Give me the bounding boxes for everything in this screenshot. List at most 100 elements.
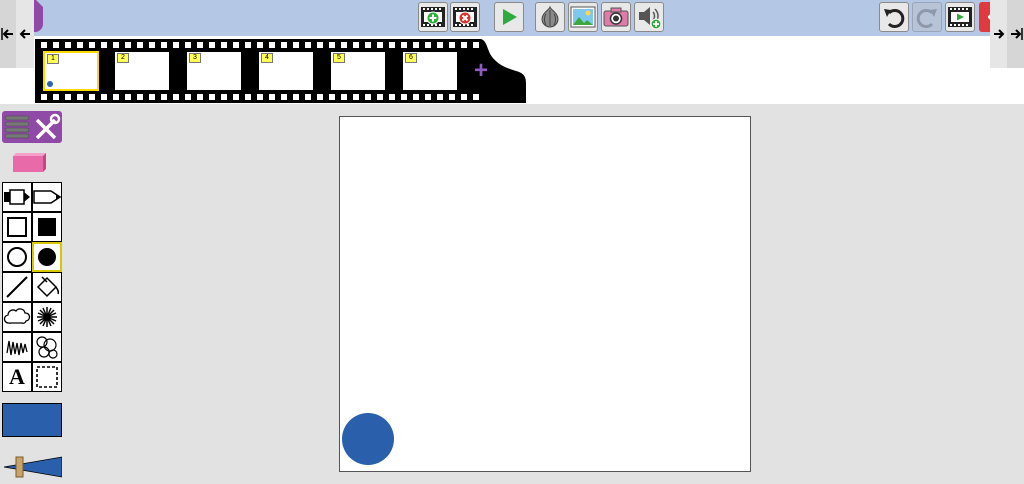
sprocket-hole xyxy=(185,94,191,100)
bubbles-tool[interactable] xyxy=(32,332,62,362)
scroll-right-button[interactable] xyxy=(990,0,1007,68)
sprocket-hole xyxy=(329,42,335,48)
play-button[interactable] xyxy=(494,2,524,32)
color-swatch[interactable] xyxy=(2,403,62,437)
rectangle-outline-icon xyxy=(7,217,27,237)
text-tool[interactable]: A xyxy=(2,362,32,392)
eraser-tool[interactable] xyxy=(12,152,46,174)
sprocket-hole xyxy=(125,42,131,48)
sprocket-hole xyxy=(461,42,467,48)
sprocket-hole xyxy=(245,94,251,100)
cloud-icon xyxy=(3,308,31,324)
sprocket-hole xyxy=(233,94,239,100)
menu-corner xyxy=(36,0,43,7)
frame-thumb-3[interactable]: 3 xyxy=(187,52,241,90)
sprocket-hole xyxy=(257,42,263,48)
sprocket-hole xyxy=(173,94,179,100)
preview-movie-button[interactable] xyxy=(945,2,975,32)
canvas-drawing xyxy=(342,413,394,465)
burst-shape-tool[interactable] xyxy=(32,302,62,332)
sprocket-hole xyxy=(77,42,83,48)
frame-number: 6 xyxy=(405,53,417,63)
burst-icon xyxy=(37,307,57,327)
scroll-left-button[interactable] xyxy=(16,0,34,68)
line-tool[interactable] xyxy=(2,272,32,302)
sprocket-hole xyxy=(209,94,215,100)
brush-size-icon xyxy=(3,456,63,478)
onion-skin-button[interactable] xyxy=(535,2,565,32)
sprocket-hole xyxy=(197,42,203,48)
scroll-to-end-button[interactable] xyxy=(1007,0,1024,68)
paint-bucket-icon xyxy=(36,276,60,298)
marker-tool[interactable] xyxy=(2,182,32,212)
arrow-to-start-icon xyxy=(1,28,13,40)
sprocket-hole xyxy=(185,42,191,48)
add-sound-button[interactable] xyxy=(634,2,664,32)
arrow-to-end-icon xyxy=(1010,28,1023,40)
sprocket-hole xyxy=(89,94,95,100)
sprocket-hole xyxy=(449,94,455,100)
sprocket-hole xyxy=(389,42,395,48)
image-icon xyxy=(570,6,596,28)
paint-bucket-tool[interactable] xyxy=(32,272,62,302)
frame-thumb-2[interactable]: 2 xyxy=(115,52,169,90)
add-frame-plus[interactable]: + xyxy=(470,56,492,86)
sprocket-hole xyxy=(173,42,179,48)
outline-circle-tool[interactable] xyxy=(2,242,32,272)
sprocket-hole xyxy=(437,42,443,48)
eraser-icon xyxy=(13,153,46,172)
text-tool-glyph: A xyxy=(9,364,25,389)
drawing-canvas[interactable] xyxy=(339,116,751,472)
sprocket-hole xyxy=(473,42,479,48)
sprocket-hole xyxy=(473,94,479,100)
camera-button[interactable] xyxy=(601,2,631,32)
sprocket-hole xyxy=(245,42,251,48)
sprocket-hole xyxy=(413,94,419,100)
background-image-button[interactable] xyxy=(568,2,598,32)
outline-rectangle-tool[interactable] xyxy=(2,212,32,242)
film-add-icon xyxy=(421,7,445,27)
scribble-icon xyxy=(6,340,28,356)
frame-preview-circle xyxy=(47,81,53,87)
sprocket-hole xyxy=(65,94,71,100)
scribble-tool[interactable] xyxy=(2,332,32,362)
sprocket-hole xyxy=(197,94,203,100)
tools-icon xyxy=(4,113,61,140)
sprocket-hole xyxy=(149,94,155,100)
tools-settings-button[interactable] xyxy=(2,111,62,143)
filled-circle-tool[interactable] xyxy=(32,242,62,272)
sprocket-hole xyxy=(161,42,167,48)
sprocket-hole xyxy=(353,94,359,100)
frame-thumb-1[interactable]: 1 xyxy=(43,51,99,91)
frame-number: 4 xyxy=(261,53,273,63)
sprocket-hole xyxy=(281,42,287,48)
sprocket-hole xyxy=(209,42,215,48)
frame-thumb-5[interactable]: 5 xyxy=(331,52,385,90)
scroll-to-start-button[interactable] xyxy=(0,0,16,68)
pencil-tool[interactable] xyxy=(32,182,62,212)
sprocket-hole xyxy=(221,94,227,100)
sprocket-hole xyxy=(293,42,299,48)
select-tool[interactable] xyxy=(32,362,62,392)
sprocket-hole xyxy=(269,94,275,100)
sprocket-hole xyxy=(389,94,395,100)
undo-button[interactable] xyxy=(879,2,909,32)
sprocket-hole xyxy=(257,94,263,100)
sprocket-hole xyxy=(161,94,167,100)
frame-thumb-6[interactable]: 6 xyxy=(403,52,457,90)
brush-size-slider[interactable] xyxy=(2,455,63,479)
sprocket-hole xyxy=(41,94,47,100)
sprocket-hole xyxy=(413,42,419,48)
add-frame-button[interactable] xyxy=(418,2,448,32)
frame-thumb-4[interactable]: 4 xyxy=(259,52,313,90)
delete-frame-button[interactable] xyxy=(450,2,480,32)
cloud-shape-tool[interactable] xyxy=(2,302,32,332)
film-play-icon xyxy=(948,7,972,27)
redo-button[interactable] xyxy=(912,2,942,32)
sprocket-hole xyxy=(77,94,83,100)
sprocket-hole xyxy=(377,94,383,100)
filled-rectangle-tool[interactable] xyxy=(32,212,62,242)
marker-icon xyxy=(4,189,30,205)
sprocket-hole xyxy=(113,94,119,100)
sprocket-hole xyxy=(317,42,323,48)
